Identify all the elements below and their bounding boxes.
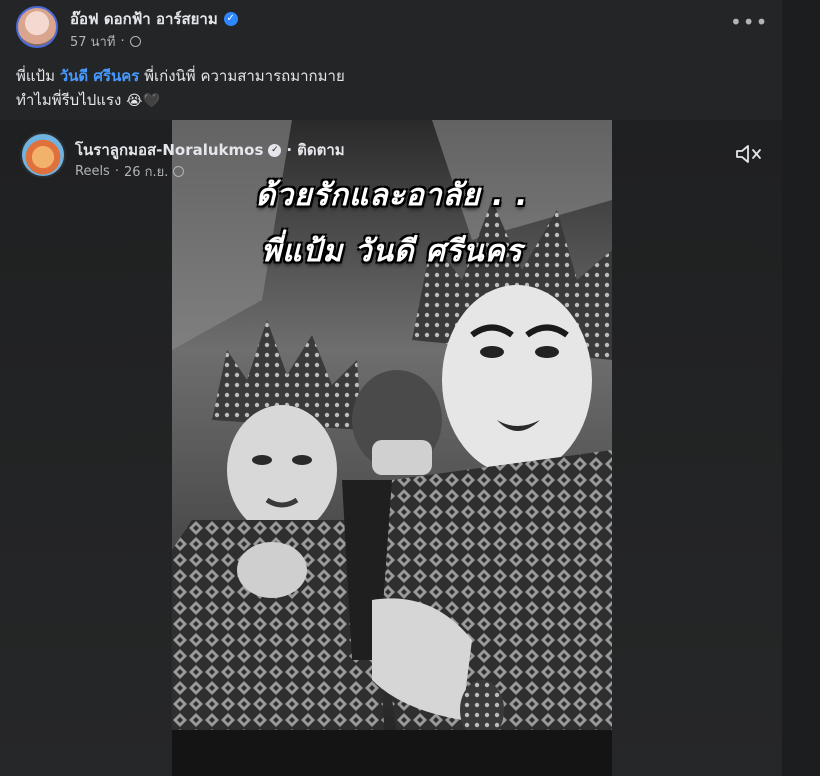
caption-prefix: พี่แป้ม	[16, 67, 55, 85]
post-meta: 57 นาที ·	[70, 31, 141, 52]
post-author: อ๊อฟ ดอกฟ้า อาร์สยาม ✓	[70, 7, 238, 31]
overlay-text-line-2: พี่แป้ม วันดี ศรีนคร	[261, 234, 523, 269]
reel-author-avatar[interactable]	[20, 132, 66, 178]
shared-reel[interactable]: ด้วยรักและอาลัย . . พี่แป้ม วันดี ศรีนคร…	[0, 120, 782, 776]
more-options-button[interactable]: •••	[730, 12, 767, 36]
post-time[interactable]: 57 นาที	[70, 31, 115, 52]
globe-icon	[129, 36, 141, 47]
caption-line2-text: ทำไมพี่รีบไปแรง	[16, 91, 122, 109]
reel-author-name[interactable]: โนราลูกมอส-Noralukmos	[75, 138, 263, 162]
mute-toggle-button[interactable]	[734, 142, 764, 166]
caption-emojis: 😭🖤	[126, 93, 160, 109]
right-gutter	[782, 0, 820, 776]
post-caption: พี่แป้ม วันดี ศรีนคร พี่เก่งนิพี่ ความสา…	[16, 64, 736, 113]
more-horizontal-icon: •••	[730, 10, 769, 34]
reel-date[interactable]: 26 ก.ย.	[124, 161, 168, 182]
verified-badge-icon: ✓	[223, 12, 238, 26]
facebook-post: อ๊อฟ ดอกฟ้า อาร์สยาม ✓ 57 นาที · ••• พี่…	[0, 0, 782, 776]
reel-meta: Reels · 26 ก.ย.	[75, 161, 185, 182]
author-name[interactable]: อ๊อฟ ดอกฟ้า อาร์สยาม	[70, 7, 218, 31]
reel-author: โนราลูกมอส-Noralukmos ✓ · ติดตาม	[75, 138, 345, 162]
meta-separator: ·	[120, 34, 125, 49]
author-avatar[interactable]	[16, 6, 58, 48]
overlay-text-line-1: ด้วยรักและอาลัย . .	[255, 178, 529, 213]
caption-line-1: พี่แป้ม วันดี ศรีนคร พี่เก่งนิพี่ ความสา…	[16, 64, 736, 88]
verified-badge-icon: ✓	[268, 143, 282, 157]
reel-video[interactable]: ด้วยรักและอาลัย . . พี่แป้ม วันดี ศรีนคร	[172, 120, 612, 776]
reel-separator: ·	[286, 141, 293, 159]
follow-button[interactable]: ติดตาม	[297, 138, 345, 162]
mention-link[interactable]: วันดี ศรีนคร	[60, 67, 140, 85]
reel-meta-separator: ·	[114, 164, 119, 179]
globe-icon	[173, 166, 185, 177]
speaker-muted-icon	[736, 145, 761, 163]
caption-line-2: ทำไมพี่รีบไปแรง 😭🖤	[16, 88, 736, 113]
reel-type: Reels	[75, 164, 110, 179]
caption-suffix: พี่เก่งนิพี่ ความสามารถมากมาย	[144, 67, 345, 85]
